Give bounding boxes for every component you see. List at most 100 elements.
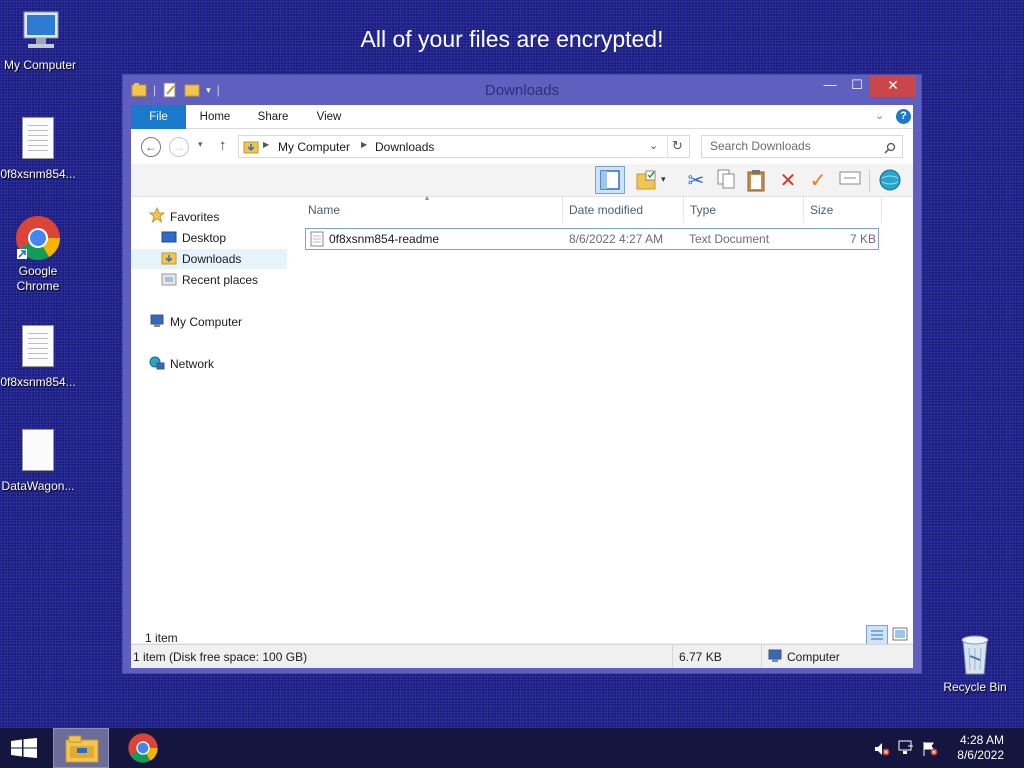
internet-globe-icon[interactable] <box>877 168 903 194</box>
desktop-icon-label: 0f8xsnm854... <box>0 375 76 389</box>
column-header-type[interactable]: Type <box>684 197 804 223</box>
nav-downloads[interactable]: Downloads <box>131 249 287 269</box>
nav-desktop-label: Desktop <box>182 231 227 245</box>
chrome-icon <box>14 214 62 262</box>
desktop-icon-label: Google Chrome <box>16 264 60 293</box>
maximize-button[interactable]: ☐ <box>843 75 871 97</box>
ransom-banner: All of your files are encrypted! <box>360 26 664 52</box>
nav-desktop[interactable]: Desktop <box>161 228 226 248</box>
window-title: Downloads <box>484 82 560 99</box>
desktop-icon <box>161 230 177 244</box>
file-date-modified: 8/6/2022 4:27 AM <box>569 232 664 246</box>
explorer-window: | ▾ | Downloads — ☐ ✕ File Home Share Vi… <box>122 74 922 674</box>
command-toolbar: ▾ ✂ ✕ ✓ <box>131 164 913 197</box>
file-explorer-icon <box>65 734 99 767</box>
status-size: 6.77 KB <box>679 650 722 664</box>
desktop-icon-my-computer[interactable]: My Computer <box>0 8 80 73</box>
nav-recent-places-label: Recent places <box>182 273 259 287</box>
blank-document-icon <box>14 429 62 477</box>
taskbar-chrome[interactable] <box>116 728 170 768</box>
search-placeholder: Search Downloads <box>710 139 811 153</box>
desktop-icon-text-file-1[interactable]: 0f8xsnm854... <box>0 114 78 182</box>
taskbar-file-explorer[interactable] <box>53 728 109 768</box>
folder-options-icon[interactable] <box>633 168 659 194</box>
computer-icon <box>767 649 783 666</box>
address-dropdown-chevron-icon[interactable]: ⌄ <box>649 139 658 152</box>
action-center-flag-icon[interactable] <box>922 741 938 760</box>
column-header-size[interactable]: Size <box>804 197 882 223</box>
desktop-icon-datawagon[interactable]: DataWagon... <box>0 426 78 494</box>
ribbon-tabs: File Home Share View ⌄ ? <box>131 105 913 129</box>
large-icons-view-icon[interactable] <box>892 627 908 644</box>
nav-downloads-label: Downloads <box>182 252 242 266</box>
search-input[interactable]: Search Downloads <box>701 135 903 158</box>
breadcrumb-chevron-icon[interactable]: ▶ <box>361 140 367 149</box>
ribbon-expand-chevron-icon[interactable]: ⌄ <box>875 109 884 122</box>
column-header-date-modified[interactable]: Date modified <box>563 197 684 223</box>
taskbar: 4:28 AM 8/6/2022 <box>0 728 1024 768</box>
speaker-muted-icon[interactable] <box>874 741 890 760</box>
breadcrumb-downloads[interactable]: Downloads <box>375 140 434 154</box>
recent-places-icon <box>161 272 177 286</box>
refresh-icon[interactable]: ↻ <box>672 138 683 154</box>
separator <box>672 645 673 668</box>
nav-network-label: Network <box>170 357 215 371</box>
clock-date: 8/6/2022 <box>957 748 1004 762</box>
desktop-icon-label: My Computer <box>3 58 77 72</box>
navigation-pane: Favorites Desktop Downloads Recent place… <box>131 197 294 643</box>
star-icon <box>148 206 166 224</box>
title-bar[interactable]: | ▾ | Downloads — ☐ ✕ <box>123 75 921 105</box>
network-disconnected-icon[interactable] <box>898 740 914 759</box>
tab-home[interactable]: Home <box>193 105 237 129</box>
tab-file[interactable]: File <box>131 105 186 129</box>
taskbar-clock[interactable]: 4:28 AM 8/6/2022 <box>957 733 1004 763</box>
status-location: Computer <box>787 650 840 664</box>
chevron-down-icon[interactable]: ▾ <box>661 174 666 185</box>
back-button[interactable]: ← <box>141 137 161 157</box>
breadcrumb-my-computer[interactable]: My Computer <box>278 140 350 154</box>
folder-icon <box>243 139 259 158</box>
rename-checkmark-icon[interactable]: ✓ <box>805 168 831 194</box>
desktop-icon-recycle-bin[interactable]: Recycle Bin <box>935 630 1015 695</box>
file-size: 7 KB <box>849 232 876 246</box>
nav-favorites-label: Favorites <box>170 210 220 224</box>
item-count: 1 item <box>145 631 178 645</box>
file-name: 0f8xsnm854-readme <box>329 232 440 246</box>
nav-network[interactable]: Network <box>149 354 214 374</box>
copy-icon[interactable] <box>713 168 739 194</box>
details-view-icon[interactable] <box>866 625 888 645</box>
text-document-icon <box>14 117 62 165</box>
status-disk-info: 1 item (Disk free space: 100 GB) <box>133 650 308 664</box>
preview-pane-icon[interactable] <box>595 166 625 194</box>
paste-icon[interactable] <box>743 168 769 194</box>
cut-icon[interactable]: ✂ <box>683 168 709 194</box>
recent-locations-chevron-icon[interactable]: ▾ <box>198 139 203 150</box>
properties-icon[interactable] <box>837 168 863 194</box>
start-button[interactable] <box>0 728 48 768</box>
tab-view[interactable]: View <box>307 105 351 129</box>
close-button[interactable]: ✕ <box>870 75 916 97</box>
search-icon[interactable] <box>884 140 896 161</box>
desktop-icon-google-chrome[interactable]: Google Chrome <box>0 214 78 294</box>
recycle-bin-icon <box>951 630 999 678</box>
separator <box>667 136 668 157</box>
content-area: Favorites Desktop Downloads Recent place… <box>131 193 913 643</box>
desktop-icon-text-file-2[interactable]: 0f8xsnm854... <box>0 322 78 390</box>
delete-icon[interactable]: ✕ <box>775 168 801 194</box>
windows-start-icon <box>11 738 37 761</box>
help-icon[interactable]: ? <box>896 109 911 124</box>
computer-icon <box>149 314 165 328</box>
desktop-icon-label: 0f8xsnm854... <box>0 167 76 181</box>
file-row[interactable]: 0f8xsnm854-readme 8/6/2022 4:27 AM Text … <box>305 228 879 250</box>
up-arrow-icon[interactable]: ↑ <box>219 137 227 154</box>
breadcrumb-chevron-icon[interactable]: ▶ <box>263 140 269 149</box>
tab-share[interactable]: Share <box>251 105 295 129</box>
address-bar[interactable]: ▶ My Computer ▶ Downloads ⌄ ↻ <box>238 135 690 158</box>
nav-favorites[interactable]: Favorites <box>148 206 220 227</box>
column-header-name[interactable]: Name <box>302 197 563 223</box>
forward-button[interactable]: → <box>169 137 189 157</box>
nav-my-computer[interactable]: My Computer <box>149 312 242 332</box>
nav-recent-places[interactable]: Recent places <box>161 270 258 290</box>
minimize-button[interactable]: — <box>816 75 844 97</box>
text-document-icon <box>310 231 324 250</box>
